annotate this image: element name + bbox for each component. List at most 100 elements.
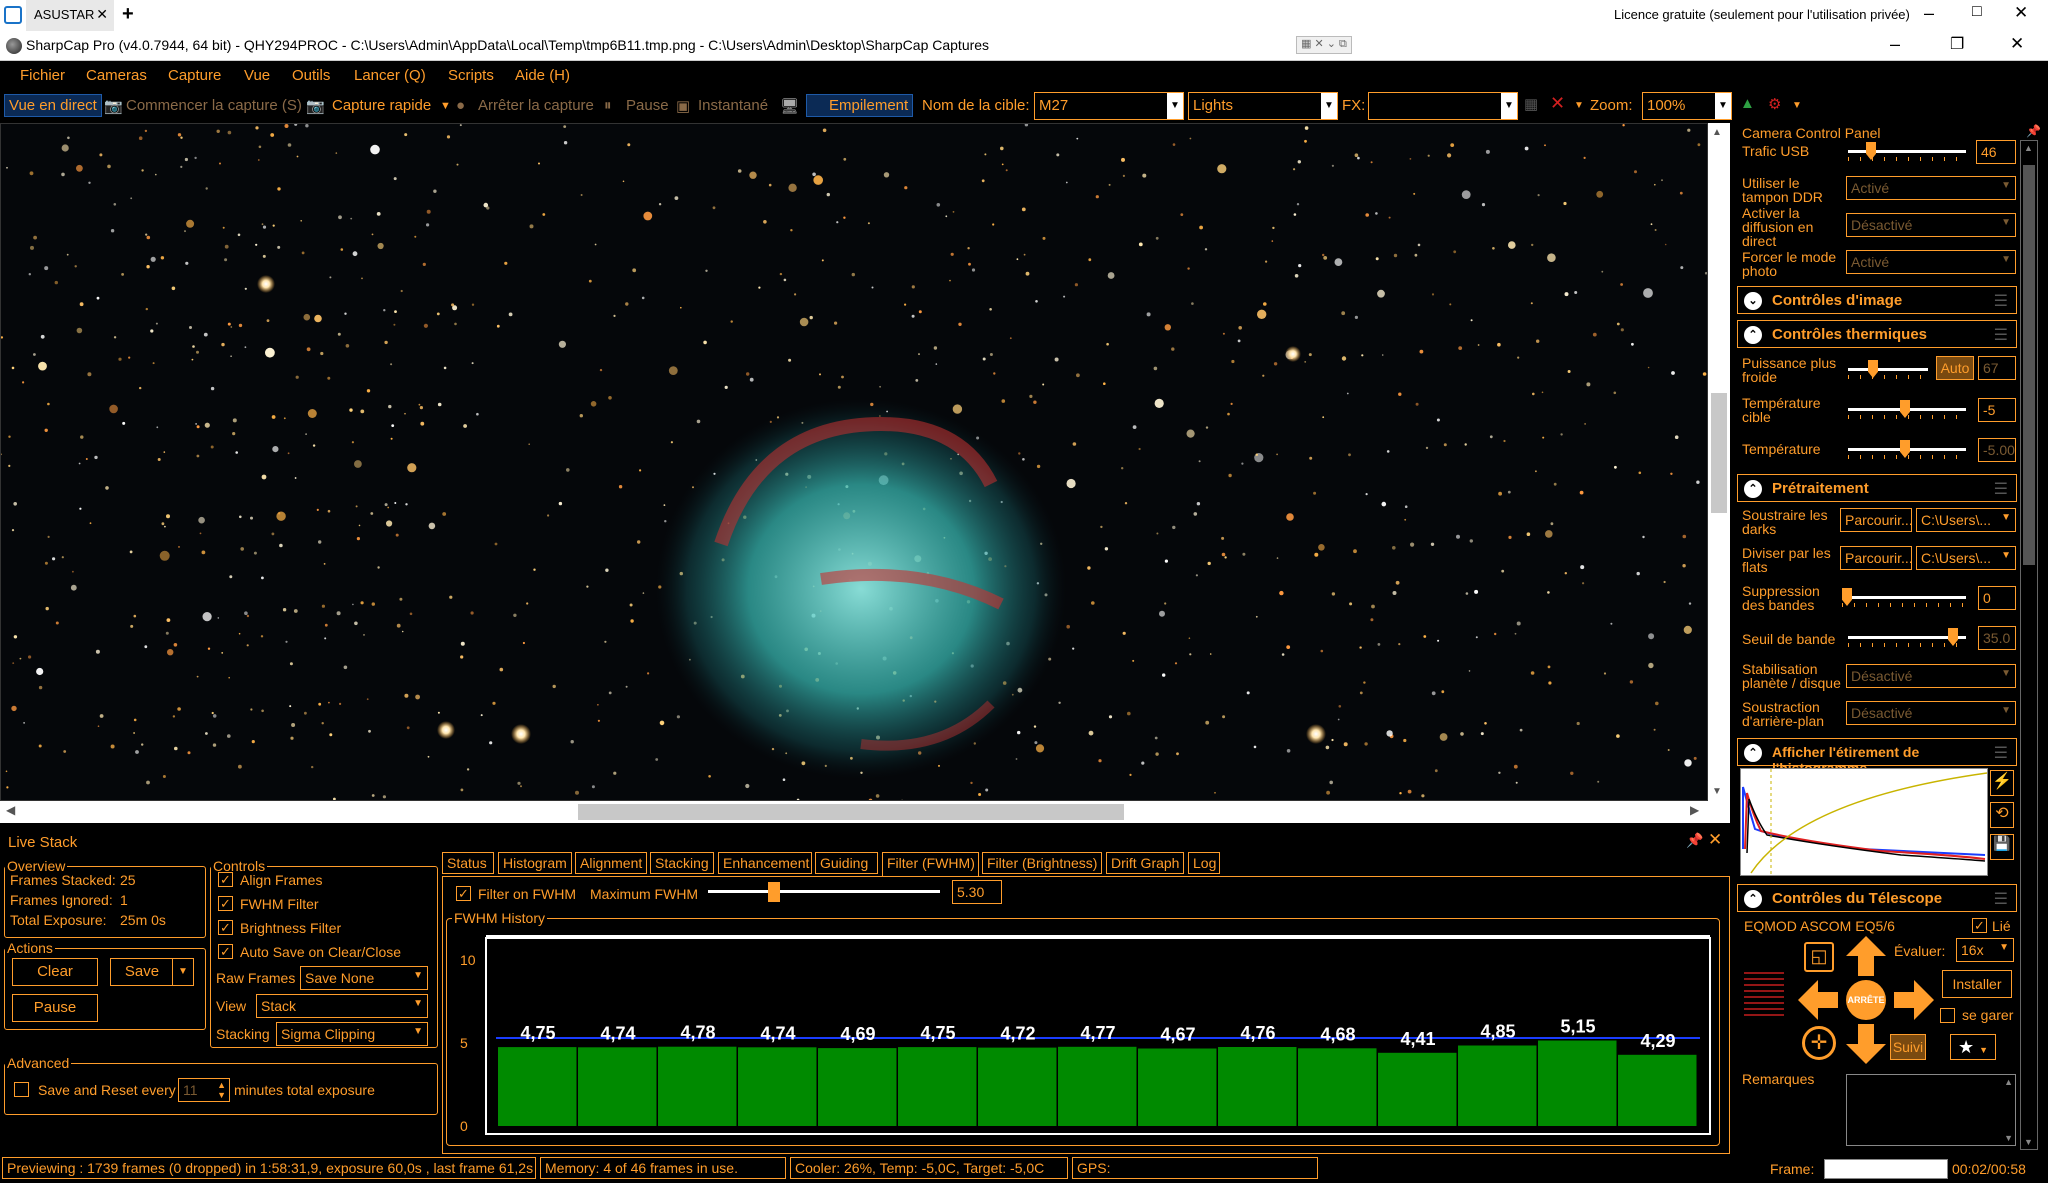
menu-lancer[interactable]: Lancer (Q) <box>354 67 426 84</box>
band-threshold-slider[interactable] <box>1848 628 1966 648</box>
chevron-up-icon[interactable]: ⌃ <box>1744 890 1762 908</box>
menu-icon[interactable]: ☰ <box>1994 889 2008 909</box>
banding-value[interactable]: 0 <box>1978 586 2016 610</box>
track-button[interactable]: Suivi <box>1890 1034 1926 1060</box>
stop-button[interactable]: ARRÊTE <box>1846 980 1886 1020</box>
scroll-thumb[interactable] <box>578 804 1124 820</box>
flats-browse-button[interactable]: Parcourir... <box>1840 546 1912 570</box>
chevron-down-icon[interactable]: ▼ <box>1574 100 1584 111</box>
tab-status[interactable]: Status <box>442 852 494 874</box>
minimize-icon[interactable]: – <box>1924 3 1934 24</box>
brightness-filter-checkbox[interactable]: ✓ <box>218 920 233 935</box>
band-threshold-value[interactable]: 35.0 <box>1978 626 2016 650</box>
ddr-buffer-combo[interactable]: Activé ▼ <box>1846 176 2016 200</box>
park-checkbox[interactable] <box>1940 1008 1955 1023</box>
save-reset-checkbox[interactable] <box>14 1082 29 1097</box>
pause-button[interactable]: Pause <box>626 97 669 114</box>
align-frames-checkbox[interactable]: ✓ <box>218 872 233 887</box>
tab-drift-graph[interactable]: Drift Graph <box>1106 852 1184 874</box>
tab-log[interactable]: Log <box>1188 852 1220 874</box>
target-name-combo[interactable]: M27 ▼ <box>1034 92 1184 120</box>
linked-checkbox[interactable]: ✓ <box>1972 918 1987 933</box>
menu-outils[interactable]: Outils <box>292 67 330 84</box>
maximize-icon[interactable]: □ <box>1972 3 1982 21</box>
live-view-button[interactable]: Vue en direct <box>4 94 102 117</box>
flats-path-combo[interactable]: C:\Users\... ▼ <box>1916 546 2016 570</box>
menu-aide[interactable]: Aide (H) <box>515 67 570 84</box>
stabilization-combo[interactable]: Désactivé ▼ <box>1846 664 2016 688</box>
remote-toolbar-icon[interactable]: ▦ ✕ ⌄ ⧉ <box>1296 36 1352 54</box>
snapshot-button[interactable]: Instantané <box>698 97 768 114</box>
close-icon[interactable]: ✕ <box>2010 34 2024 54</box>
menu-icon[interactable]: ☰ <box>1994 743 2008 763</box>
remarks-textarea[interactable]: ▲ ▼ <box>1846 1074 2016 1146</box>
usb-traffic-slider[interactable] <box>1848 142 1966 162</box>
save-dropdown-button[interactable]: ▼ <box>172 958 194 986</box>
tab-enhancement[interactable]: Enhancement <box>718 852 812 874</box>
histogram-stretch-graph[interactable] <box>1740 768 1988 876</box>
chevron-up-icon[interactable]: ▲ <box>1712 127 1722 138</box>
histogram-icon[interactable]: ▲ <box>1740 95 1755 112</box>
tab-guiding[interactable]: Guiding <box>815 852 878 874</box>
cooler-power-value[interactable]: 67 <box>1978 356 2016 380</box>
pin-icon[interactable]: 📌 <box>1686 832 1703 849</box>
frame-type-combo[interactable]: Lights ▼ <box>1188 92 1338 120</box>
chevron-down-icon[interactable]: ▼ <box>2024 1137 2033 1147</box>
cooler-auto-button[interactable]: Auto <box>1936 356 1974 380</box>
sync-icon[interactable]: ◱ <box>1804 942 1834 972</box>
menu-capture[interactable]: Capture <box>168 67 221 84</box>
chevron-down-icon[interactable]: ▼ <box>1792 100 1802 111</box>
tab-alignment[interactable]: Alignment <box>575 852 647 874</box>
target-temp-slider[interactable] <box>1848 400 1966 420</box>
star-icon[interactable]: ★ ▼ <box>1950 1034 1996 1060</box>
telescope-controls-section[interactable]: ⌃ Contrôles du Télescope ☰ <box>1737 884 2017 912</box>
menu-icon[interactable]: ☰ <box>1994 325 2008 345</box>
tab-stacking[interactable]: Stacking <box>650 852 714 874</box>
save-button[interactable]: Save <box>110 958 174 986</box>
cooler-power-slider[interactable] <box>1848 360 1928 380</box>
chevron-up-icon[interactable]: ⌃ <box>1744 480 1762 498</box>
pause-button[interactable]: Pause <box>12 994 98 1022</box>
tab-histogram[interactable]: Histogram <box>498 852 572 874</box>
photo-mode-combo[interactable]: Activé ▼ <box>1846 250 2016 274</box>
auto-save-checkbox[interactable]: ✓ <box>218 944 233 959</box>
tab-filter-fwhm[interactable]: Filter (FWHM) <box>882 852 979 876</box>
chevron-left-icon[interactable]: ◀ <box>6 803 15 817</box>
chevron-right-icon[interactable]: ▶ <box>1690 803 1699 817</box>
darks-path-combo[interactable]: C:\Users\... ▼ <box>1916 508 2016 532</box>
chevron-down-icon[interactable]: ▼ <box>1712 786 1722 797</box>
grid-icon[interactable]: ▦ <box>1524 95 1538 113</box>
horizontal-scrollbar[interactable]: ◀ ▶ <box>0 801 1730 823</box>
chevron-up-icon[interactable]: ▲ <box>2004 1077 2013 1087</box>
stop-capture-button[interactable]: Arrêter la capture <box>478 97 594 114</box>
save-disk-icon[interactable]: 💾 <box>1990 834 2014 860</box>
pin-icon[interactable]: 📌 <box>2026 124 2041 138</box>
target-temp-value[interactable]: -5 <box>1978 398 2016 422</box>
darks-browse-button[interactable]: Parcourir... <box>1840 508 1912 532</box>
chevron-up-icon[interactable]: ⌃ <box>1744 326 1762 344</box>
clear-button[interactable]: Clear <box>12 958 98 986</box>
stacking-button[interactable]: Empilement <box>806 94 914 117</box>
minutes-stepper[interactable]: 11 ▲ ▼ <box>178 1078 230 1102</box>
close-icon[interactable]: ✕ <box>1708 830 1722 850</box>
image-viewer[interactable] <box>0 123 1708 801</box>
histogram-stretch-section[interactable]: ⌃Afficher l'étirement de l'histogramme☰ <box>1737 738 2017 776</box>
rate-combo[interactable]: 16x ▼ <box>1956 938 2014 962</box>
chevron-down-icon[interactable]: ▼ <box>2004 1133 2013 1143</box>
stacking-combo[interactable]: Sigma Clipping ▼ <box>276 1022 428 1046</box>
raw-frames-combo[interactable]: Save None ▼ <box>300 966 428 990</box>
fx-combo[interactable]: ▼ <box>1368 92 1518 120</box>
display-icon[interactable]: 🖥 <box>780 97 799 115</box>
chevron-down-icon[interactable]: ⌄ <box>1744 292 1762 310</box>
zoom-combo[interactable]: 100% ▼ <box>1642 92 1732 120</box>
image-controls-section[interactable]: ⌄ Contrôles d'image ☰ <box>1737 286 2017 314</box>
scroll-thumb[interactable] <box>1711 393 1727 513</box>
close-icon[interactable]: ✕ <box>2014 3 2028 23</box>
host-tab[interactable]: ASUSTAR ✕ <box>26 0 114 31</box>
banding-slider[interactable] <box>1842 588 1966 608</box>
spin-icon[interactable]: ▲ ▼ <box>217 1080 226 1100</box>
tab-filter-brightness[interactable]: Filter (Brightness) <box>982 852 1102 874</box>
preprocessing-section[interactable]: ⌃ Prétraitement ☰ <box>1737 474 2017 502</box>
chevron-up-icon[interactable]: ⌃ <box>1744 744 1762 762</box>
fwhm-filter-checkbox[interactable]: ✓ <box>218 896 233 911</box>
